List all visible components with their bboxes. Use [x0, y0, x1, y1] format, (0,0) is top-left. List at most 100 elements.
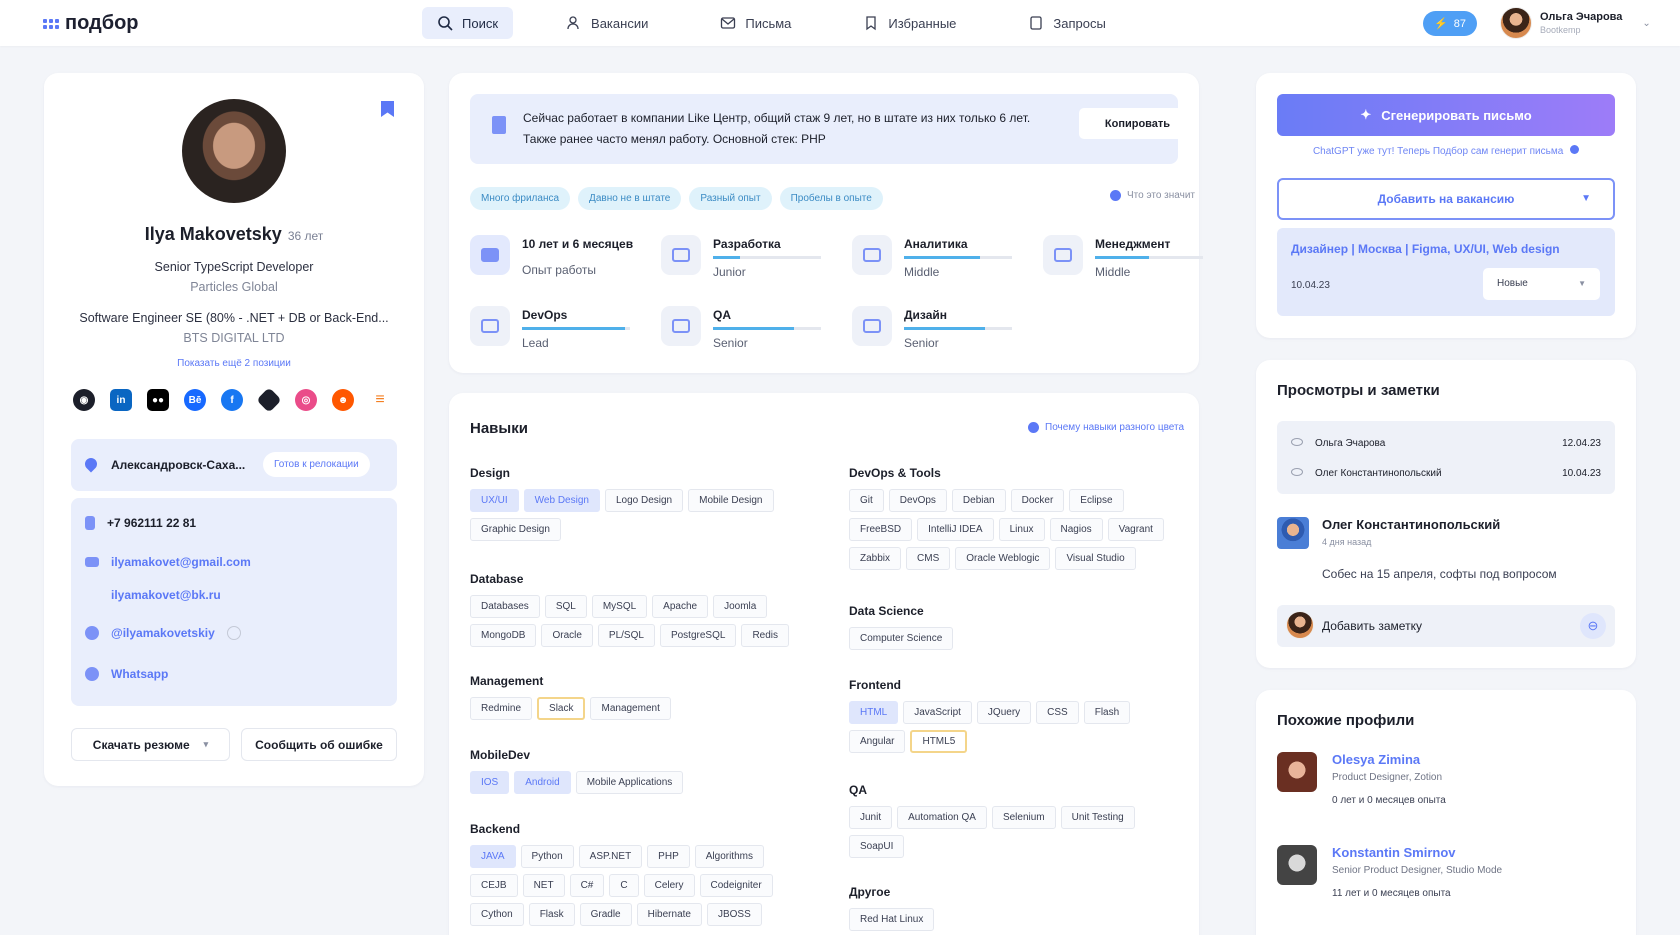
skill-chip[interactable]: DevOps: [888, 489, 947, 512]
user-menu[interactable]: Ольга Эчарова Bootkemp ⌄: [1500, 7, 1651, 39]
skill-chip[interactable]: UX/UI: [470, 489, 519, 512]
skill-chip[interactable]: Algorithms: [694, 845, 764, 868]
skill-chip[interactable]: JavaScript: [903, 701, 972, 724]
skill-chip[interactable]: IOS: [470, 771, 510, 794]
generate-letter-button[interactable]: ✦ Сгенерировать письмо: [1277, 94, 1615, 136]
bookmark-icon[interactable]: [381, 101, 394, 117]
phone-row[interactable]: +7 962111 22 81: [85, 516, 196, 530]
skill-chip[interactable]: HTML5: [910, 730, 968, 753]
skill-chip[interactable]: MySQL: [591, 595, 648, 618]
skill-chip[interactable]: Joomla: [713, 595, 768, 618]
skill-chip[interactable]: CSS: [1036, 701, 1079, 724]
telegram-row[interactable]: @ilyamakovetskiy: [85, 626, 241, 640]
copy-button[interactable]: Копировать: [1079, 108, 1196, 139]
skill-chip[interactable]: IntelliJ IDEA: [917, 518, 994, 541]
dribbble-icon[interactable]: ◎: [295, 389, 317, 411]
reddit-icon[interactable]: ☻: [332, 389, 354, 411]
skill-chip[interactable]: PL/SQL: [597, 624, 655, 647]
what-it-means-link[interactable]: Что это значит: [1110, 190, 1195, 201]
skill-chip[interactable]: Databases: [470, 595, 540, 618]
nav-favorites[interactable]: Избранные: [848, 7, 971, 39]
skill-chip[interactable]: Celery: [643, 874, 695, 897]
skill-chip[interactable]: Debian: [951, 489, 1006, 512]
skill-chip[interactable]: SoapUI: [849, 835, 905, 858]
comment-icon[interactable]: ⊖: [1580, 613, 1606, 639]
email-row-2[interactable]: ilyamakovet@bk.ru: [111, 588, 221, 602]
skill-chip[interactable]: FreeBSD: [849, 518, 913, 541]
skill-chip[interactable]: Vagrant: [1107, 518, 1164, 541]
skill-chip[interactable]: Docker: [1010, 489, 1065, 512]
skill-chip[interactable]: Flask: [528, 903, 575, 926]
stackoverflow-icon[interactable]: ≡: [369, 389, 391, 411]
whatsapp-row[interactable]: Whatsapp: [85, 667, 168, 681]
skill-chip[interactable]: CMS: [906, 547, 951, 570]
skill-chip[interactable]: JAVA: [470, 845, 516, 868]
similar-profile[interactable]: Olesya Zimina Product Designer, Zotion 0…: [1277, 752, 1446, 806]
skill-chip[interactable]: Management: [590, 697, 671, 720]
skill-chip[interactable]: C: [609, 874, 639, 897]
behance-icon[interactable]: Bē: [184, 389, 206, 411]
nav-vacancies[interactable]: Вакансии: [551, 7, 663, 39]
email-row[interactable]: ilyamakovet@gmail.com: [85, 555, 251, 569]
skill-chip[interactable]: Zabbix: [849, 547, 902, 570]
download-resume-button[interactable]: Скачать резюме ▾: [71, 728, 230, 761]
show-more-link[interactable]: Показать ещё 2 позиции: [44, 358, 424, 369]
logo[interactable]: подбор: [43, 12, 139, 35]
skill-chip[interactable]: HTML: [849, 701, 899, 724]
skill-chip[interactable]: Apache: [652, 595, 709, 618]
skill-chip[interactable]: Redmine: [470, 697, 533, 720]
skill-chip[interactable]: JQuery: [976, 701, 1032, 724]
github-icon[interactable]: ◉: [73, 389, 95, 411]
add-to-vacancy-select[interactable]: Добавить на вакансию ▼: [1277, 178, 1615, 220]
skill-chip[interactable]: Gradle: [579, 903, 632, 926]
skills-colors-link[interactable]: Почему навыки разного цвета: [1028, 422, 1184, 433]
skill-chip[interactable]: ASP.NET: [578, 845, 643, 868]
skill-chip[interactable]: C#: [569, 874, 605, 897]
skill-chip[interactable]: Android: [514, 771, 571, 794]
skill-chip[interactable]: CEJB: [470, 874, 518, 897]
skill-chip[interactable]: Angular: [849, 730, 906, 753]
skill-chip[interactable]: MongoDB: [470, 624, 537, 647]
skill-chip[interactable]: Hibernate: [636, 903, 702, 926]
facebook-icon[interactable]: f: [221, 389, 243, 411]
nav-requests[interactable]: Запросы: [1013, 7, 1120, 39]
nav-letters[interactable]: Письма: [705, 7, 806, 39]
git-icon[interactable]: [256, 387, 282, 413]
add-note-field[interactable]: Добавить заметку ⊖: [1277, 605, 1615, 647]
skill-chip[interactable]: Oracle Weblogic: [955, 547, 1051, 570]
skill-chip[interactable]: Git: [849, 489, 884, 512]
similar-profile[interactable]: Konstantin Smirnov Senior Product Design…: [1277, 845, 1502, 899]
skill-chip[interactable]: Linux: [998, 518, 1045, 541]
skill-chip[interactable]: Cython: [470, 903, 524, 926]
skill-chip[interactable]: Logo Design: [604, 489, 684, 512]
skill-chip[interactable]: Junit: [849, 806, 893, 829]
skill-chip[interactable]: Codeigniter: [699, 874, 773, 897]
skill-chip[interactable]: Red Hat Linux: [849, 908, 935, 931]
vacancy-status-select[interactable]: Новые ▼: [1483, 268, 1600, 300]
skill-chip[interactable]: Web Design: [523, 489, 600, 512]
skill-chip[interactable]: Mobile Applications: [575, 771, 684, 794]
skill-chip[interactable]: JBOSS: [706, 903, 762, 926]
skill-chip[interactable]: NET: [522, 874, 565, 897]
skill-chip[interactable]: Nagios: [1049, 518, 1103, 541]
skill-chip[interactable]: Selenium: [991, 806, 1056, 829]
credits-badge[interactable]: ⚡ 87: [1423, 11, 1477, 36]
medium-icon[interactable]: ●●: [147, 389, 169, 411]
nav-search[interactable]: Поиск: [422, 7, 514, 39]
skill-chip[interactable]: Computer Science: [849, 627, 954, 650]
skill-chip[interactable]: Eclipse: [1069, 489, 1124, 512]
skill-chip[interactable]: Mobile Design: [688, 489, 774, 512]
report-error-button[interactable]: Сообщить об ошибке: [241, 728, 397, 761]
linkedin-icon[interactable]: in: [110, 389, 132, 411]
skill-chip[interactable]: Redis: [741, 624, 790, 647]
skill-chip[interactable]: Flash: [1083, 701, 1131, 724]
skill-chip[interactable]: Unit Testing: [1060, 806, 1135, 829]
skill-chip[interactable]: Python: [520, 845, 574, 868]
skill-chip[interactable]: Slack: [537, 697, 586, 720]
skill-chip[interactable]: Automation QA: [897, 806, 987, 829]
skill-chip[interactable]: PostgreSQL: [659, 624, 737, 647]
skill-chip[interactable]: PHP: [647, 845, 690, 868]
vacancy-title[interactable]: Дизайнер | Москва | Figma, UX/UI, Web de…: [1291, 242, 1560, 256]
skill-chip[interactable]: SQL: [544, 595, 587, 618]
skill-chip[interactable]: Visual Studio: [1055, 547, 1136, 570]
